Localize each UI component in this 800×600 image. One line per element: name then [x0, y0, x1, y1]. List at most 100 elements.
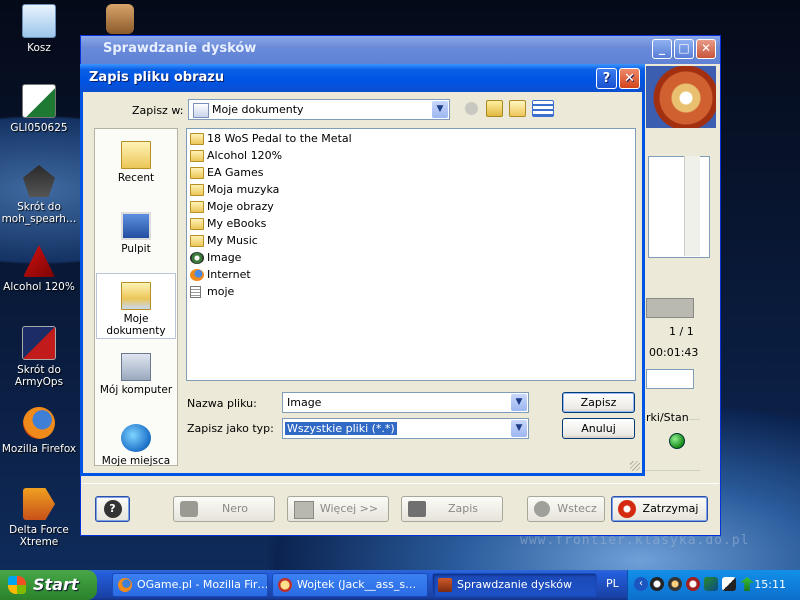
- desktop-icon-firefox[interactable]: Mozilla Firefox: [0, 407, 78, 455]
- desktop-icon-label: GLI050625: [10, 122, 68, 134]
- desktop-icon-recycle-bin[interactable]: Kosz: [0, 4, 78, 54]
- medal-of-honor-icon: [23, 165, 55, 197]
- desktop-icon-armyops[interactable]: Skrót do ArmyOps: [0, 326, 78, 388]
- place-my-computer[interactable]: Mój komputer: [96, 345, 176, 411]
- folder-icon: [190, 133, 204, 145]
- shortcut-icon-top[interactable]: [106, 4, 134, 34]
- place-recent[interactable]: Recent: [96, 133, 176, 199]
- list-item[interactable]: My eBooks: [189, 216, 266, 232]
- dialog-help-button[interactable]: ?: [596, 68, 617, 89]
- chevron-down-icon[interactable]: ▼: [511, 394, 527, 411]
- save-in-label: Zapisz w:: [132, 104, 184, 117]
- filename-input[interactable]: Image ▼: [282, 392, 529, 413]
- progress-bar: [646, 298, 694, 318]
- log-panel: [648, 156, 710, 258]
- save-image-dialog: Zapis pliku obrazu ? ✕ Zapisz w: Moje do…: [80, 64, 645, 476]
- start-button[interactable]: Start: [0, 570, 97, 600]
- folder-icon: [190, 167, 204, 179]
- back-arrow-icon: [534, 501, 550, 517]
- status-group-label: rki/Stan: [646, 411, 689, 424]
- tray-app-icon[interactable]: [650, 577, 664, 591]
- dialog-title: Zapis pliku obrazu: [89, 70, 225, 85]
- folder-icon: [190, 218, 204, 230]
- minimize-button[interactable]: _: [652, 39, 672, 59]
- back-nav-icon[interactable]: [463, 100, 480, 117]
- list-item[interactable]: moje: [189, 284, 234, 300]
- help-icon: ?: [103, 500, 122, 518]
- maximize-button[interactable]: □: [674, 39, 694, 59]
- view-menu-icon[interactable]: [532, 100, 554, 117]
- desktop-icon-gli050625[interactable]: GLI050625: [0, 84, 78, 134]
- taskbar-item-firefox[interactable]: OGame.pl - Mozilla Fir…: [112, 573, 268, 597]
- desktop-icon: [121, 212, 151, 240]
- main-window-title: Sprawdzanie dysków: [103, 41, 257, 56]
- resize-grip-icon[interactable]: [630, 461, 640, 471]
- taskbar: Start OGame.pl - Mozilla Fir… Wojtek (Ja…: [0, 570, 800, 600]
- status-led-icon: [669, 433, 685, 449]
- counter-text: 1 / 1: [669, 325, 694, 338]
- list-item[interactable]: Moje obrazy: [189, 199, 274, 215]
- stop-icon: [618, 500, 636, 518]
- filetype-select[interactable]: Wszystkie pliki (*.*) ▼: [282, 418, 529, 439]
- floppy-icon: [408, 501, 426, 517]
- desktop-icon-moh[interactable]: Skrót do moh_spearh…: [0, 165, 78, 225]
- chevron-down-icon[interactable]: ▼: [511, 420, 527, 437]
- list-item[interactable]: Moja muzyka: [189, 182, 279, 198]
- file-list[interactable]: 18 WoS Pedal to the Metal Alcohol 120% E…: [186, 128, 636, 381]
- dialog-close-button[interactable]: ✕: [619, 68, 640, 89]
- recycle-bin-icon: [22, 4, 56, 38]
- cancel-button[interactable]: Anuluj: [562, 418, 635, 439]
- desktop-icon-delta-force[interactable]: Delta Force Xtreme: [0, 488, 78, 548]
- internet-shortcut-icon: [190, 269, 204, 281]
- alcohol-120-icon: [23, 245, 55, 277]
- language-indicator[interactable]: PL: [606, 577, 619, 590]
- place-desktop[interactable]: Pulpit: [96, 204, 176, 270]
- save-button[interactable]: Zapisz: [562, 392, 635, 413]
- help-button[interactable]: ?: [95, 496, 130, 522]
- tray-expand-icon[interactable]: ‹: [634, 577, 648, 591]
- log-scrollbar[interactable]: [684, 156, 700, 256]
- list-item[interactable]: Image: [189, 250, 241, 266]
- more-button[interactable]: Więcej >>: [287, 496, 389, 522]
- list-item[interactable]: Internet: [189, 267, 251, 283]
- place-network[interactable]: Moje miejsca: [96, 416, 176, 482]
- filename-value: Image: [287, 396, 322, 409]
- back-button[interactable]: Wstecz: [527, 496, 605, 522]
- list-item[interactable]: 18 WoS Pedal to the Metal: [189, 131, 352, 147]
- up-folder-icon[interactable]: [486, 100, 503, 117]
- taskbar-item-disk-check[interactable]: Sprawdzanie dysków: [432, 573, 597, 597]
- tray-app-icon[interactable]: [686, 577, 700, 591]
- list-item[interactable]: My Music: [189, 233, 258, 249]
- tray-network-icon[interactable]: [704, 577, 718, 591]
- place-my-documents[interactable]: Moje dokumenty: [96, 273, 176, 339]
- music-folder-icon: [190, 184, 204, 196]
- save-in-combo[interactable]: Moje dokumenty ▼: [188, 99, 450, 120]
- dialog-titlebar[interactable]: Zapis pliku obrazu ? ✕: [80, 64, 645, 92]
- close-button[interactable]: ✕: [696, 39, 716, 59]
- nero-button[interactable]: Nero: [173, 496, 275, 522]
- main-window-titlebar[interactable]: Sprawdzanie dysków _ □ ✕: [81, 36, 720, 64]
- main-toolbar: ? Nero Więcej >> Zapis Wstecz Zatrzymaj: [82, 483, 719, 534]
- save-toolbar-button[interactable]: Zapis: [401, 496, 503, 522]
- image-file-icon: [190, 252, 204, 264]
- firefox-icon: [23, 407, 55, 439]
- places-bar: Recent Pulpit Moje dokumenty Mój kompute…: [94, 128, 178, 467]
- army-ops-icon: [22, 326, 56, 360]
- list-item[interactable]: EA Games: [189, 165, 263, 181]
- list-item[interactable]: Alcohol 120%: [189, 148, 282, 164]
- desktop-icon-alcohol[interactable]: Alcohol 120%: [0, 245, 78, 293]
- tray-safely-remove-icon[interactable]: [740, 577, 754, 591]
- filetype-label: Zapisz jako typ:: [187, 422, 274, 435]
- stop-button[interactable]: Zatrzymaj: [611, 496, 708, 522]
- folder-icon: [190, 235, 204, 247]
- new-folder-icon[interactable]: [509, 100, 526, 117]
- filetype-value: Wszystkie pliki (*.*): [285, 422, 397, 435]
- chevron-down-icon[interactable]: ▼: [432, 101, 448, 118]
- tray-app-icon[interactable]: [668, 577, 682, 591]
- tray-app-icon[interactable]: [722, 577, 736, 591]
- clock[interactable]: 15:11: [754, 578, 786, 591]
- more-icon: [294, 501, 314, 519]
- desktop-icon-label: Kosz: [27, 42, 51, 54]
- firefox-icon: [118, 578, 132, 592]
- taskbar-item-chat[interactable]: Wojtek (Jack__ass_s…: [272, 573, 428, 597]
